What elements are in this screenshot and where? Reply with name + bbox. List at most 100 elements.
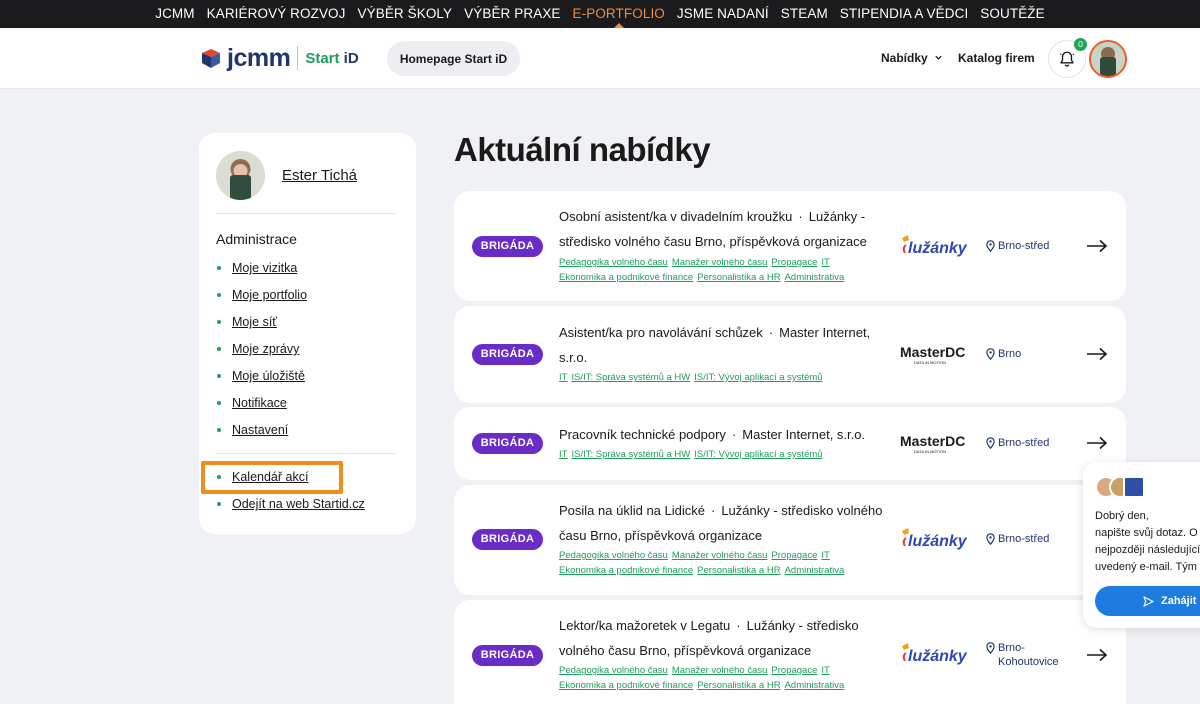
luzanky-logo: lužánky [902,235,968,257]
map-pin-icon [986,437,995,449]
offer-tag[interactable]: Propagace [771,550,817,561]
offer-card[interactable]: BRIGÁDA Posila na úklid na Lidické · Lužán… [454,485,1126,595]
offer-title[interactable]: Posila na úklid na Lidické · Lužánky - stř… [559,498,884,548]
offer-title[interactable]: Pracovník technické podpory · Master Inter… [559,422,884,447]
offer-type-badge: BRIGÁDA [472,433,543,454]
notification-count-badge: 0 [1074,38,1087,51]
offer-tag[interactable]: IT [821,665,829,676]
map-pin-icon [986,533,995,545]
offer-location: Brno-střed [986,436,1049,450]
offer-tag[interactable]: Pedagogika volného času [559,665,668,676]
offer-card[interactable]: BRIGÁDA Osobní asistent/ka v divadelním … [454,191,1126,301]
offer-card[interactable]: BRIGÁDA Asistent/ka pro navolávání schůz… [454,306,1126,403]
site-header: jcmm Start iD Homepage Start iD Nabídky … [0,28,1200,89]
topnav-item-stipendia[interactable]: STIPENDIA A VĚDCI [840,0,969,28]
offer-tag[interactable]: IS/IT: Správa systémů a HW [571,372,690,383]
offer-tag[interactable]: Manažer volného času [672,550,768,561]
sidebar-link-odejit-na-web[interactable]: Odejít na web Startid.cz [217,497,365,511]
sidebar-link-notifikace[interactable]: Notifikace [217,396,287,410]
cube-logo-icon [1123,476,1145,498]
offer-tag[interactable]: Administrativa [785,565,845,576]
sidebar-heading: Administrace [216,231,297,247]
offer-tag[interactable]: Administrativa [785,272,845,283]
arrow-right-icon[interactable] [1086,648,1108,662]
profile-name-link[interactable]: Ester Tichá [282,167,357,184]
bell-icon [1059,51,1075,67]
svg-text:MasterDC: MasterDC [900,344,965,360]
calendar-highlight-box [201,461,343,494]
topnav-item-vyber-skoly[interactable]: VÝBĚR ŠKOLY [358,0,453,28]
offer-type-badge: BRIGÁDA [472,645,543,666]
homepage-startid-button[interactable]: Homepage Start iD [387,41,520,76]
offer-type-badge: BRIGÁDA [472,529,543,550]
company-catalog-link[interactable]: Katalog firem [958,51,1035,65]
offer-tag[interactable]: IT [559,449,567,460]
site-logo[interactable]: jcmm Start iD [200,43,359,73]
start-chat-button[interactable]: Zahájit [1095,586,1200,616]
svg-text:lužánky: lužánky [908,533,968,550]
map-pin-icon [986,642,995,654]
offer-tags: IT IS/IT: Správa systémů a HW IS/IT: Vývoj… [559,370,879,385]
offer-tag[interactable]: Propagace [771,257,817,268]
offer-tag[interactable]: Pedagogika volného času [559,257,668,268]
logo-divider [297,46,299,70]
svg-text:DATA IN MOTION: DATA IN MOTION [914,449,946,454]
offer-title[interactable]: Lektor/ka mažoretek v Legatu · Lužánky - s… [559,613,884,663]
sidebar-link-moje-vizitka[interactable]: Moje vizitka [217,261,297,275]
offer-tags: Pedagogika volného času Manažer volného č… [559,255,879,285]
offer-card[interactable]: BRIGÁDA Pracovník technické podpory · Mast… [454,407,1126,480]
profile-avatar[interactable] [216,151,265,200]
sidebar-link-nastaveni[interactable]: Nastavení [217,423,288,437]
topnav-item-souteze[interactable]: SOUTĚŽE [980,0,1044,28]
offer-tag[interactable]: IS/IT: Správa systémů a HW [571,449,690,460]
sidebar-link-moje-uloziste[interactable]: Moje úložiště [217,369,305,383]
offer-tag[interactable]: Pedagogika volného času [559,550,668,561]
topnav-item-e-portfolio[interactable]: E-PORTFOLIO [573,0,665,28]
offers-menu[interactable]: Nabídky [881,51,943,65]
offer-location: Brno [986,347,1021,361]
sidebar-link-moje-zpravy[interactable]: Moje zprávy [217,342,299,356]
offer-tag[interactable]: Ekonomika a podnikové finance [559,272,693,283]
topnav-item-steam[interactable]: STEAM [781,0,828,28]
offer-tag[interactable]: IS/IT: Vývoj aplikací a systémů [694,449,822,460]
chevron-down-icon [935,55,942,60]
offer-tag[interactable]: Ekonomika a podnikové finance [559,565,693,576]
sidebar-divider [216,453,397,454]
offer-tag[interactable]: IT [821,550,829,561]
offer-tag[interactable]: Propagace [771,665,817,676]
offer-tag[interactable]: Administrativa [785,680,845,691]
luzanky-logo: lužánky [902,643,968,665]
offer-tag[interactable]: Ekonomika a podnikové finance [559,680,693,691]
topnav-item-kariera[interactable]: KARIÉROVÝ ROZVOJ [207,0,346,28]
chat-widget[interactable]: Dobrý den, napište svůj dotaz. O nejpozd… [1083,462,1200,628]
arrow-right-icon[interactable] [1086,347,1108,361]
topnav-item-jsme-nadani[interactable]: JSME NADANÍ [677,0,769,28]
arrow-right-icon[interactable] [1086,436,1108,450]
svg-text:lužánky: lužánky [908,240,968,257]
offer-tag[interactable]: Personalistika a HR [697,565,780,576]
offer-tag[interactable]: IT [559,372,567,383]
sidebar-link-moje-portfolio[interactable]: Moje portfolio [217,288,307,302]
offer-tag[interactable]: IS/IT: Vývoj aplikací a systémů [694,372,822,383]
offer-title[interactable]: Osobní asistent/ka v divadelním kroužku ·… [559,204,884,254]
topnav-item-jcmm[interactable]: JCMM [155,0,194,28]
topnav-item-vyber-praxe[interactable]: VÝBĚR PRAXE [464,0,560,28]
top-navigation: JCMM KARIÉROVÝ ROZVOJ VÝBĚR ŠKOLY VÝBĚR … [0,0,1200,28]
offer-tags: Pedagogika volného času Manažer volného č… [559,663,879,693]
arrow-right-icon[interactable] [1086,239,1108,253]
offer-title[interactable]: Asistent/ka pro navolávání schůzek · Maste… [559,320,884,370]
offer-tag[interactable]: Personalistika a HR [697,272,780,283]
offer-tag[interactable]: Personalistika a HR [697,680,780,691]
svg-text:lužánky: lužánky [908,648,968,665]
user-avatar[interactable] [1089,40,1127,78]
sidebar-link-moje-sit[interactable]: Moje síť [217,315,277,329]
map-pin-icon [986,240,995,252]
offer-tag[interactable]: Manažer volného času [672,257,768,268]
offer-tag[interactable]: Manažer volného času [672,665,768,676]
offer-card[interactable]: BRIGÁDA Lektor/ka mažoretek v Legatu · Luž… [454,600,1126,704]
cube-logo-icon [200,47,222,69]
offer-location: Brno-Kohoutovice [986,641,1066,669]
offer-tag[interactable]: IT [821,257,829,268]
masterdc-logo: MasterDC DATA IN MOTION [900,344,965,365]
map-pin-icon [986,348,995,360]
